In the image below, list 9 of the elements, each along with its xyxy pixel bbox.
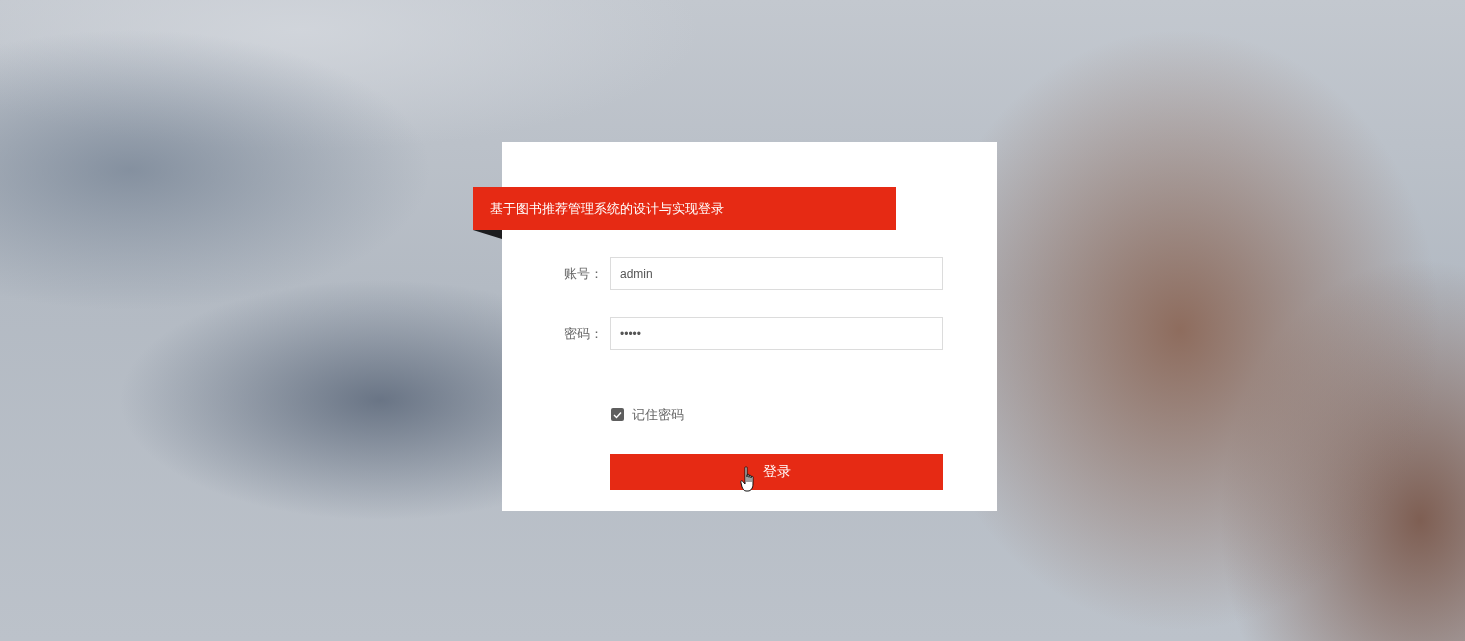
password-field[interactable]: ••••• [610, 317, 943, 350]
title-ribbon: 基于图书推荐管理系统的设计与实现登录 [473, 187, 896, 230]
password-label: 密码： [563, 324, 603, 343]
remember-password-label: 记住密码 [632, 406, 684, 424]
account-label: 账号： [563, 264, 603, 283]
account-field[interactable]: admin [610, 257, 943, 290]
login-button[interactable]: 登录 [610, 453, 943, 490]
remember-checkbox[interactable] [611, 408, 624, 422]
ribbon-fold-icon [473, 230, 502, 239]
